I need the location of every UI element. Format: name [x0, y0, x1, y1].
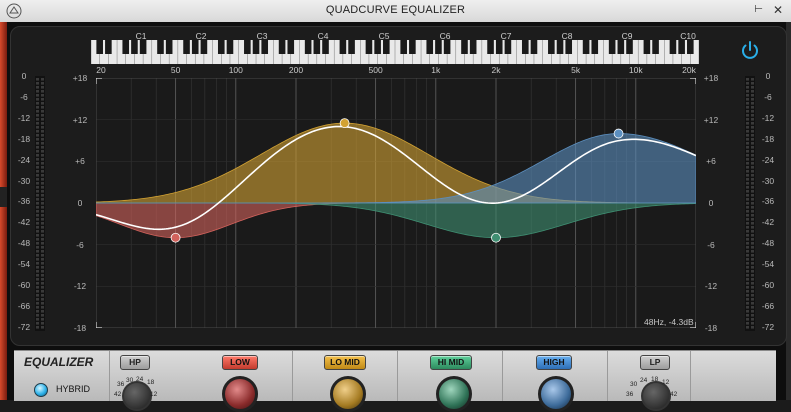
octave-label: C7 — [500, 31, 512, 41]
lp-button[interactable]: LP — [640, 355, 670, 370]
frequency-label: 5k — [571, 65, 581, 75]
meter-scale-right: -12 — [761, 112, 775, 123]
gain-label-left: +12 — [72, 114, 88, 125]
lp-tick: 18 — [651, 376, 659, 383]
gain-label-left: -6 — [76, 239, 84, 250]
octave-label: C9 — [621, 31, 633, 41]
window-title: QUADCURVE EQUALIZER — [325, 4, 466, 16]
eq-curve-graph[interactable] — [96, 78, 696, 328]
meter-scale-right: -6 — [764, 91, 772, 102]
hp-tick: 24 — [136, 376, 144, 383]
piano-keyboard — [91, 40, 699, 64]
hp-tick: 12 — [150, 391, 158, 398]
high-band-button[interactable]: HIGH — [536, 355, 572, 370]
gain-label-right: -6 — [707, 239, 715, 250]
gain-label-left: +18 — [72, 73, 88, 83]
hybrid-label: HYBRID — [56, 384, 91, 394]
himid-band-button[interactable]: HI MID — [430, 355, 472, 370]
octave-label: C2 — [195, 31, 207, 41]
low-band-handle[interactable] — [170, 232, 181, 243]
octave-label: C10 — [680, 31, 696, 41]
hybrid-toggle[interactable] — [34, 383, 48, 397]
octave-label: C4 — [317, 31, 329, 41]
frequency-label: 2k — [491, 65, 501, 75]
himid-band-handle[interactable] — [491, 232, 501, 243]
octave-label: C6 — [439, 31, 451, 41]
meter-scale-right: -42 — [761, 217, 775, 228]
lomid-band-button[interactable]: LO MID — [324, 355, 366, 370]
frequency-label: 1k — [431, 65, 441, 75]
hp-button[interactable]: HP — [120, 355, 150, 370]
gain-label-right: +18 — [703, 73, 719, 83]
lp-tick: 42 — [670, 391, 678, 398]
hp-tick: 18 — [147, 379, 155, 386]
octave-label: C8 — [561, 31, 573, 41]
meter-scale-right: 0 — [765, 71, 771, 81]
hp-tick: 42 — [114, 391, 122, 398]
pin-icon[interactable]: ⊢ — [754, 4, 763, 15]
frequency-label: 10k — [628, 65, 643, 75]
meter-scale-right: -48 — [761, 238, 775, 249]
close-icon[interactable]: ✕ — [773, 3, 783, 17]
frequency-label: 50 — [170, 65, 181, 75]
low-band-button[interactable]: LOW — [222, 355, 258, 370]
gain-label-right: 0 — [708, 198, 714, 208]
frequency-label: 20k — [682, 65, 696, 75]
meter-scale-right: -24 — [761, 154, 775, 165]
frequency-label: 200 — [288, 65, 304, 75]
meter-scale-right: -60 — [761, 280, 775, 290]
lomid-band-handle[interactable] — [339, 118, 350, 129]
equalizer-title: EQUALIZER — [24, 355, 94, 369]
frequency-label: 20 — [96, 65, 106, 75]
frequency-label: 500 — [368, 65, 383, 75]
himid-gain-knob[interactable] — [436, 376, 472, 412]
lomid-gain-knob[interactable] — [330, 376, 366, 412]
high-band-handle[interactable] — [613, 128, 624, 139]
high-gain-knob[interactable] — [538, 376, 574, 412]
left-edge-strip — [0, 22, 7, 400]
gain-label-right: +6 — [706, 156, 716, 167]
lp-tick: 24 — [640, 377, 648, 384]
hp-tick: 36 — [117, 381, 125, 388]
meter-scale-right: -36 — [761, 196, 775, 207]
lp-tick: 30 — [630, 381, 638, 388]
lp-tick: 36 — [626, 391, 634, 398]
meter-scale-right: -30 — [761, 175, 775, 186]
gain-label-left: 0 — [77, 198, 83, 208]
meter-scale-right: -66 — [761, 300, 775, 311]
meter-scale-right: -54 — [761, 259, 775, 270]
octave-label: C1 — [135, 31, 147, 41]
gain-label-right: -18 — [704, 323, 718, 333]
meter-scale-right: -72 — [761, 321, 775, 332]
low-gain-knob[interactable] — [222, 376, 258, 412]
cursor-readout: 48Hz, -4.3dB — [644, 317, 694, 327]
gain-label-right: -12 — [704, 281, 718, 292]
frequency-label: 100 — [228, 65, 243, 75]
octave-label: C3 — [256, 31, 268, 41]
hp-tick: 30 — [126, 377, 134, 384]
octave-label: C5 — [378, 31, 390, 41]
band-controls: EQUALIZER HYBRID HP LOW LO MID HI MID HI… — [14, 350, 776, 412]
input-meter — [35, 76, 45, 331]
gain-label-left: -18 — [73, 323, 87, 333]
gain-label-left: +6 — [75, 156, 85, 167]
gain-label-right: +12 — [703, 114, 719, 125]
title-bar: QUADCURVE EQUALIZER ⊢ ✕ — [0, 0, 791, 23]
gain-label-left: -12 — [73, 281, 87, 292]
lp-tick: 12 — [662, 379, 670, 386]
meter-scale-right: -18 — [761, 133, 775, 144]
output-meter — [745, 76, 755, 331]
power-button[interactable] — [739, 39, 761, 61]
